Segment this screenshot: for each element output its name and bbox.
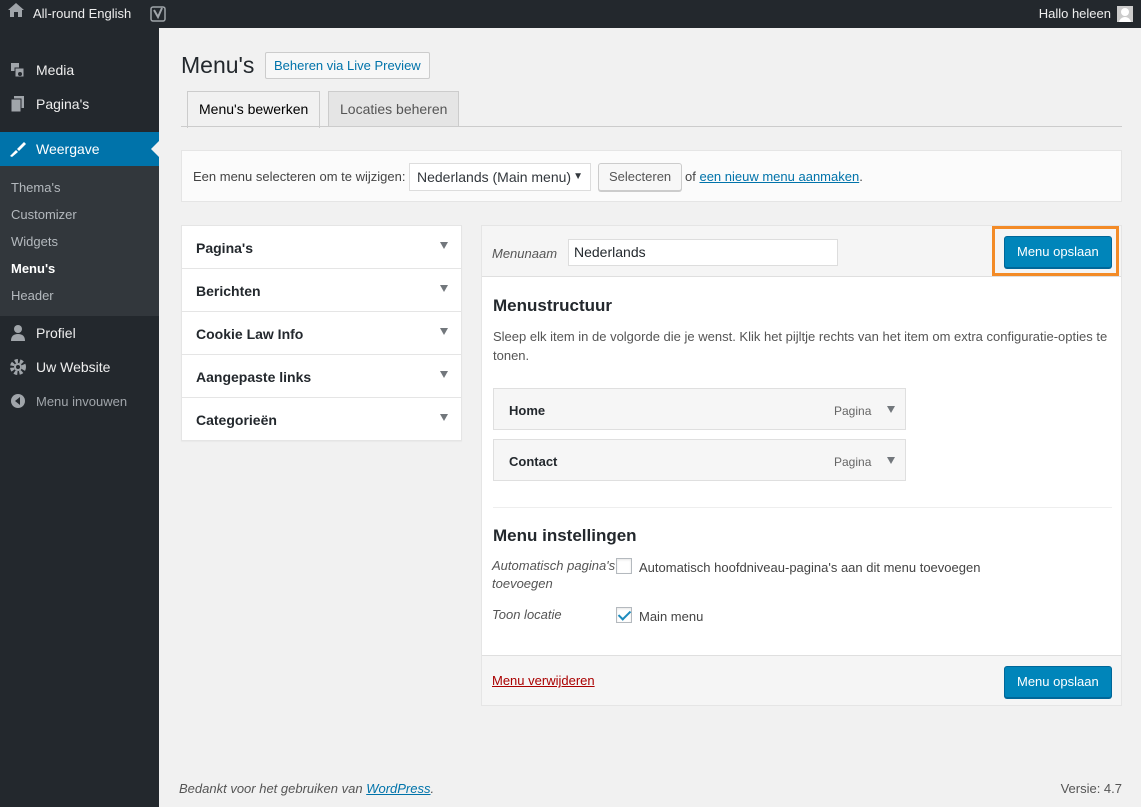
- collapse-arrow-icon: [0, 393, 36, 409]
- chevron-down-icon[interactable]: [887, 406, 895, 413]
- site-name: All-round English: [33, 6, 132, 21]
- highlight-frame: Menu opslaan: [992, 226, 1119, 276]
- menu-structure-description: Sleep elk item in de volgorde die je wen…: [493, 329, 1108, 363]
- select-button[interactable]: Selecteren: [598, 163, 683, 191]
- admin-sidebar: Media Pagina's Weergave Thema's Customiz…: [0, 28, 159, 807]
- sidebar-item-media[interactable]: Media: [0, 53, 159, 87]
- display-location-label: Toon locatie: [492, 607, 562, 622]
- chevron-down-icon: [440, 371, 448, 378]
- auto-add-label: Automatisch pagina's toevoegen: [492, 558, 616, 591]
- save-menu-button-top[interactable]: Menu opslaan: [1004, 236, 1112, 268]
- create-new-menu-link[interactable]: een nieuw menu aanmaken: [699, 169, 859, 184]
- menu-footer: Menu verwijderen Menu opslaan: [482, 655, 1121, 705]
- collapse-menu-button[interactable]: Menu invouwen: [0, 390, 159, 412]
- submenu-customizer[interactable]: Customizer: [11, 207, 77, 222]
- accordion-custom-links[interactable]: Aangepaste links: [182, 355, 461, 398]
- appearance-icon: [0, 140, 36, 158]
- appearance-submenu: Thema's Customizer Widgets Menu's Header: [0, 166, 159, 316]
- chevron-down-icon[interactable]: [887, 457, 895, 464]
- live-preview-button[interactable]: Beheren via Live Preview: [265, 52, 430, 79]
- chevron-down-icon: [440, 242, 448, 249]
- my-account[interactable]: Hallo heleen: [1039, 0, 1133, 28]
- accordion-pages[interactable]: Pagina's: [182, 226, 461, 269]
- sidebar-item-profile[interactable]: Profiel: [0, 316, 159, 350]
- footer-thanks: Bedankt voor het gebruiken van WordPress…: [179, 781, 435, 796]
- submenu-menus[interactable]: Menu's: [11, 261, 55, 276]
- chevron-down-icon: [440, 328, 448, 335]
- submenu-header[interactable]: Header: [11, 288, 54, 303]
- home-icon: [7, 0, 33, 28]
- sidebar-item-pages[interactable]: Pagina's: [0, 87, 159, 121]
- menu-item-contact[interactable]: Contact Pagina: [493, 439, 906, 481]
- media-icon: [0, 61, 36, 79]
- howdy-text: Hallo heleen: [1038, 6, 1111, 21]
- user-icon: [0, 324, 36, 342]
- submenu-themes[interactable]: Thema's: [11, 180, 60, 195]
- main-menu-option[interactable]: Main menu: [639, 609, 703, 624]
- save-menu-button-bottom[interactable]: Menu opslaan: [1004, 666, 1112, 698]
- menu-select[interactable]: Nederlands (Main menu) ▼: [409, 163, 591, 191]
- new-menu-text: of een nieuw menu aanmaken.: [685, 169, 863, 184]
- gear-icon: [0, 358, 36, 376]
- menu-settings-title: Menu instellingen: [493, 526, 637, 545]
- tab-edit-menus[interactable]: Menu's bewerken: [187, 91, 321, 128]
- menu-select-box: Een menu selecteren om te wijzigen: Nede…: [181, 150, 1122, 202]
- sidebar-item-website[interactable]: Uw Website: [0, 350, 159, 384]
- menu-structure-title: Menustructuur: [493, 296, 612, 315]
- menu-edit-panel: Menunaam Nederlands Menu opslaan Menustr…: [481, 225, 1122, 706]
- menu-name-input[interactable]: Nederlands: [568, 239, 838, 266]
- menu-item-home[interactable]: Home Pagina: [493, 388, 906, 430]
- accordion-categories[interactable]: Categorieën: [182, 398, 461, 441]
- auto-add-checkbox[interactable]: [616, 558, 632, 574]
- auto-add-option[interactable]: Automatisch hoofdniveau-pagina's aan dit…: [639, 560, 980, 575]
- page-title: Menu's: [181, 52, 255, 78]
- menu-header: Menunaam Nederlands Menu opslaan: [482, 226, 1121, 277]
- select-menu-label: Een menu selecteren om te wijzigen:: [193, 169, 406, 184]
- chevron-down-icon: ▼: [573, 171, 583, 182]
- yoast-icon[interactable]: [150, 0, 166, 28]
- submenu-widgets[interactable]: Widgets: [11, 234, 58, 249]
- section-divider: [493, 507, 1112, 508]
- footer-version: Versie: 4.7: [1060, 781, 1122, 796]
- wordpress-link[interactable]: WordPress: [366, 781, 430, 796]
- chevron-down-icon: [440, 285, 448, 292]
- main-menu-checkbox[interactable]: [616, 607, 632, 623]
- accordion-cookie-law-info[interactable]: Cookie Law Info: [182, 312, 461, 355]
- delete-menu-link[interactable]: Menu verwijderen: [492, 673, 595, 688]
- site-home-link[interactable]: All-round English: [7, 0, 131, 28]
- sidebar-item-appearance[interactable]: Weergave: [0, 132, 159, 166]
- tab-manage-locations[interactable]: Locaties beheren: [328, 91, 460, 127]
- tab-divider: [181, 126, 1122, 127]
- admin-bar: All-round English Hallo heleen: [0, 0, 1141, 28]
- pages-icon: [0, 95, 36, 113]
- accordion-posts[interactable]: Berichten: [182, 269, 461, 312]
- chevron-down-icon: [440, 414, 448, 421]
- avatar: [1117, 6, 1133, 22]
- add-menu-items-accordion: Pagina's Berichten Cookie Law Info Aange…: [181, 225, 462, 441]
- menu-name-label: Menunaam: [492, 246, 558, 261]
